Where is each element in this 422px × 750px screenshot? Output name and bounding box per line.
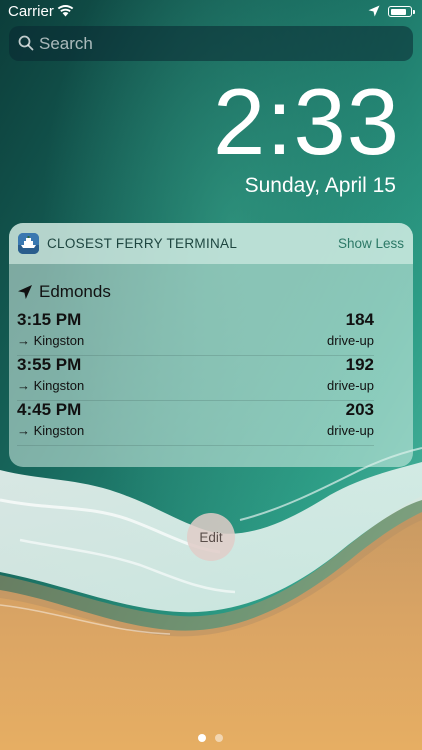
ferry-icon xyxy=(18,233,39,254)
trip-destination: → Kingston xyxy=(17,378,85,393)
show-less-button[interactable]: Show Less xyxy=(338,236,404,251)
trip-spaces-count: 203 xyxy=(345,400,374,419)
status-bar: Carrier xyxy=(0,0,422,24)
trip-spaces-count: 184 xyxy=(345,310,374,329)
trip-departure-time: 3:55 PM xyxy=(17,355,82,374)
search-icon xyxy=(18,35,34,51)
battery-icon xyxy=(388,6,415,17)
trip-departure-time: 4:45 PM xyxy=(17,400,82,419)
search-placeholder: Search xyxy=(39,34,93,53)
carrier-label: Carrier xyxy=(8,3,54,20)
navigation-arrow-icon xyxy=(18,285,32,299)
page-dot xyxy=(215,734,223,742)
edit-widgets-button[interactable]: Edit xyxy=(187,513,235,561)
trip-row[interactable]: 4:45 PM → Kingston 203 drive-up xyxy=(17,400,374,446)
ferry-app-icon[interactable] xyxy=(18,233,39,254)
trip-spaces-count: 192 xyxy=(345,355,374,374)
lock-screen-clock: 2:33 xyxy=(213,69,400,174)
widget-header: CLOSEST FERRY TERMINAL Show Less xyxy=(9,223,413,264)
ferry-widget: CLOSEST FERRY TERMINAL Show Less Edmonds… xyxy=(9,223,413,467)
trip-destination: → Kingston xyxy=(17,423,85,438)
trip-spaces-unit: drive-up xyxy=(327,423,374,438)
wifi-icon xyxy=(57,5,74,17)
search-bar[interactable]: Search xyxy=(9,26,413,61)
location-arrow-icon xyxy=(368,5,380,17)
trip-departure-time: 3:15 PM xyxy=(17,310,82,329)
page-dot-current xyxy=(198,734,206,742)
trip-row[interactable]: 3:15 PM → Kingston 184 drive-up xyxy=(17,310,374,356)
trip-row[interactable]: 3:55 PM → Kingston 192 drive-up xyxy=(17,355,374,401)
lock-screen-date: Sunday, April 15 xyxy=(244,174,396,197)
terminal-name: Edmonds xyxy=(39,282,111,301)
battery-level xyxy=(390,8,406,15)
trip-destination: → Kingston xyxy=(17,333,85,348)
trip-spaces-unit: drive-up xyxy=(327,378,374,393)
widget-title: CLOSEST FERRY TERMINAL xyxy=(47,236,238,251)
trip-spaces-unit: drive-up xyxy=(327,333,374,348)
